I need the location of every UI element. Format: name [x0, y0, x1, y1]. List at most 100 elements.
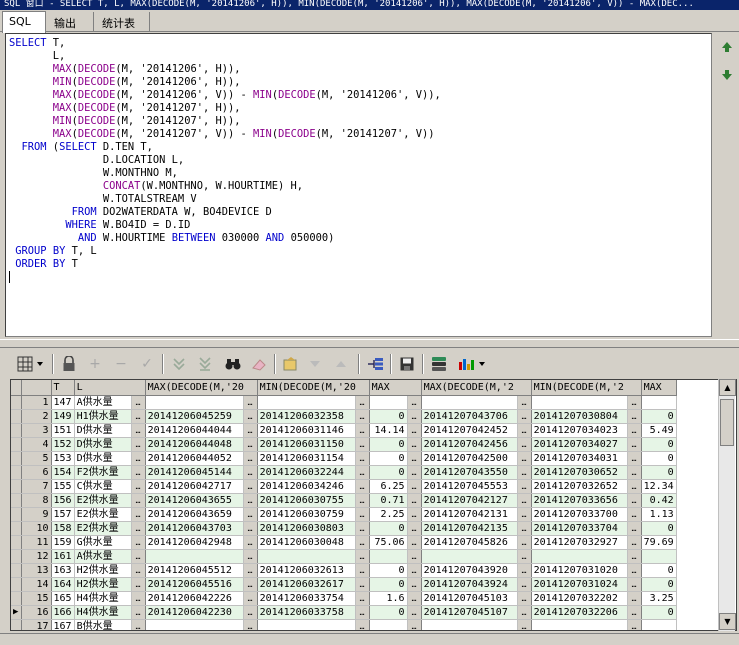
- cell-edit-button[interactable]: …: [131, 493, 146, 508]
- cell-edit-button[interactable]: …: [355, 479, 370, 494]
- cell-edit-button[interactable]: …: [407, 535, 422, 550]
- cell-min-h-1207[interactable]: [531, 395, 628, 410]
- cell-edit-button[interactable]: …: [407, 451, 422, 466]
- cell-max-v-1207[interactable]: 0: [641, 563, 677, 578]
- column-header-l[interactable]: L: [74, 380, 146, 396]
- cell-t[interactable]: 154: [51, 465, 75, 480]
- table-row[interactable]: 5 153 D供水量… 20141206044052… 20141206031154… 0…: [11, 451, 677, 466]
- cell-edit-button[interactable]: …: [355, 451, 370, 466]
- cell-edit-button[interactable]: …: [517, 423, 532, 438]
- cell-edit-button[interactable]: …: [627, 535, 642, 550]
- table-row[interactable]: 11 159 G供水量… 20141206042948… 20141206030048……: [11, 535, 677, 550]
- cell-min-h-1207[interactable]: 20141207032206: [531, 605, 628, 620]
- cell-max-v-1207[interactable]: 0: [641, 451, 677, 466]
- cell-min-h-1206[interactable]: 20141206030755: [257, 493, 356, 508]
- cell-edit-button[interactable]: …: [243, 451, 258, 466]
- table-row[interactable]: 15 165 H4供水量… 20141206042226… 20141206033754…: [11, 591, 677, 606]
- cell-max-v-1207[interactable]: 1.13: [641, 507, 677, 522]
- cell-edit-button[interactable]: …: [627, 521, 642, 536]
- cell-edit-button[interactable]: …: [131, 395, 146, 410]
- cell-t[interactable]: 167: [51, 619, 75, 630]
- cell-max-v-1207[interactable]: 0: [641, 409, 677, 424]
- cell-edit-button[interactable]: …: [517, 395, 532, 410]
- cell-edit-button[interactable]: …: [131, 577, 146, 592]
- cell-min-h-1207[interactable]: 20141207030804: [531, 409, 628, 424]
- cell-max-v-1207[interactable]: 0: [641, 605, 677, 620]
- cell-edit-button[interactable]: …: [517, 591, 532, 606]
- cell-l[interactable]: H1供水量: [74, 409, 132, 424]
- cell-l[interactable]: B供水量: [74, 619, 132, 630]
- cell-edit-button[interactable]: …: [517, 493, 532, 508]
- cell-max-v-1207[interactable]: 5.49: [641, 423, 677, 438]
- cell-l[interactable]: D供水量: [74, 423, 132, 438]
- cell-edit-button[interactable]: …: [243, 535, 258, 550]
- cell-min-h-1206[interactable]: [257, 395, 356, 410]
- cell-l[interactable]: D供水量: [74, 451, 132, 466]
- fetch-icon[interactable]: [280, 353, 302, 375]
- cell-t[interactable]: 155: [51, 479, 75, 494]
- cell-max-h-1207[interactable]: 20141207045826: [421, 535, 518, 550]
- cell-max-v-1207[interactable]: 0: [641, 577, 677, 592]
- cell-max-h-1207[interactable]: [421, 619, 518, 630]
- cell-edit-button[interactable]: …: [243, 409, 258, 424]
- minus-icon[interactable]: −: [110, 353, 132, 375]
- table-row[interactable]: ▶ 16 166 H4供水量… 20141206042230… 2014120603375…: [11, 605, 677, 620]
- cell-edit-button[interactable]: …: [243, 605, 258, 620]
- cell-max-h-1206[interactable]: [145, 395, 244, 410]
- export-icon[interactable]: [428, 353, 450, 375]
- next-record-icon[interactable]: [168, 353, 190, 375]
- cell-edit-button[interactable]: …: [355, 409, 370, 424]
- cell-t[interactable]: 156: [51, 493, 75, 508]
- cell-edit-button[interactable]: …: [407, 507, 422, 522]
- cell-max-v-1206[interactable]: 0: [369, 605, 408, 620]
- cell-edit-button[interactable]: …: [407, 437, 422, 452]
- cell-max-h-1206[interactable]: 20141206042717: [145, 479, 244, 494]
- cell-min-h-1206[interactable]: 20141206031154: [257, 451, 356, 466]
- cell-edit-button[interactable]: …: [627, 577, 642, 592]
- cell-max-h-1207[interactable]: 20141207042456: [421, 437, 518, 452]
- cell-edit-button[interactable]: …: [355, 563, 370, 578]
- cell-edit-button[interactable]: …: [243, 563, 258, 578]
- tab-statistics[interactable]: 统计表: [96, 12, 150, 32]
- cell-max-v-1206[interactable]: 2.25: [369, 507, 408, 522]
- cell-edit-button[interactable]: …: [243, 479, 258, 494]
- cell-edit-button[interactable]: …: [131, 619, 146, 630]
- cell-l[interactable]: E2供水量: [74, 507, 132, 522]
- cell-edit-button[interactable]: …: [243, 521, 258, 536]
- cell-max-v-1206[interactable]: 6.25: [369, 479, 408, 494]
- cell-edit-button[interactable]: …: [627, 395, 642, 410]
- cell-max-h-1207[interactable]: 20141207042452: [421, 423, 518, 438]
- cell-max-v-1206[interactable]: 0: [369, 437, 408, 452]
- cell-edit-button[interactable]: …: [131, 423, 146, 438]
- cell-t[interactable]: 159: [51, 535, 75, 550]
- cell-edit-button[interactable]: …: [517, 549, 532, 564]
- cell-edit-button[interactable]: …: [517, 619, 532, 630]
- cell-edit-button[interactable]: …: [355, 423, 370, 438]
- cell-edit-button[interactable]: …: [627, 591, 642, 606]
- cell-max-v-1206[interactable]: 0: [369, 465, 408, 480]
- cell-edit-button[interactable]: …: [355, 507, 370, 522]
- cell-max-h-1206[interactable]: 20141206044048: [145, 437, 244, 452]
- cell-edit-button[interactable]: …: [627, 493, 642, 508]
- cell-edit-button[interactable]: …: [627, 465, 642, 480]
- table-row[interactable]: 1 147 A供水量………………: [11, 395, 677, 410]
- cell-max-h-1206[interactable]: 20141206045259: [145, 409, 244, 424]
- cell-max-h-1206[interactable]: 20141206043659: [145, 507, 244, 522]
- cell-edit-button[interactable]: …: [407, 423, 422, 438]
- table-row[interactable]: 14 164 H2供水量… 20141206045516… 20141206032617…: [11, 577, 677, 592]
- cell-edit-button[interactable]: …: [243, 465, 258, 480]
- column-header-max-v-1207[interactable]: MAX: [641, 380, 677, 396]
- cell-edit-button[interactable]: …: [355, 535, 370, 550]
- cell-edit-button[interactable]: …: [355, 437, 370, 452]
- cell-min-h-1207[interactable]: 20141207034023: [531, 423, 628, 438]
- cell-edit-button[interactable]: …: [517, 437, 532, 452]
- cell-l[interactable]: H2供水量: [74, 563, 132, 578]
- cell-max-h-1207[interactable]: 20141207045553: [421, 479, 518, 494]
- cell-edit-button[interactable]: …: [517, 465, 532, 480]
- scroll-thumb[interactable]: [720, 399, 734, 446]
- cell-edit-button[interactable]: …: [243, 619, 258, 630]
- cell-min-h-1206[interactable]: [257, 619, 356, 630]
- cell-edit-button[interactable]: …: [243, 507, 258, 522]
- cell-min-h-1207[interactable]: 20141207031024: [531, 577, 628, 592]
- cell-edit-button[interactable]: …: [131, 591, 146, 606]
